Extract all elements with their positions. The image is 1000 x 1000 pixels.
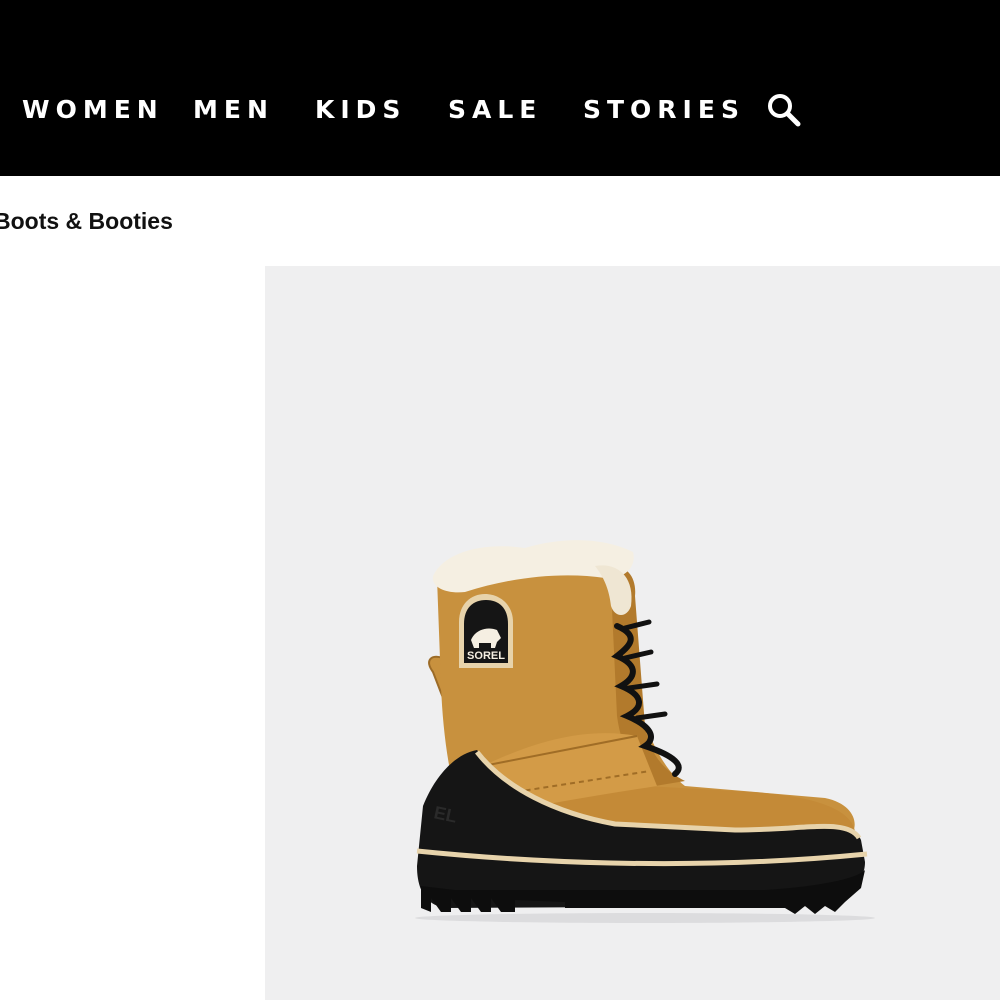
breadcrumb[interactable]: Boots & Booties xyxy=(0,205,173,237)
nav-item-kids[interactable]: KIDS xyxy=(315,92,406,128)
nav-item-sale[interactable]: SALE xyxy=(448,92,542,128)
product-image-panel[interactable]: SOREL EL xyxy=(265,266,1000,1000)
nav-item-women[interactable]: WOMEN xyxy=(22,92,164,128)
header-bar: WOMEN MEN KIDS SALE STORIES xyxy=(0,0,1000,176)
search-icon xyxy=(768,94,801,127)
boot-image: SOREL EL xyxy=(415,540,875,923)
search-button[interactable] xyxy=(764,90,804,130)
main-nav: WOMEN MEN KIDS SALE STORIES xyxy=(0,0,1000,176)
svg-text:SOREL: SOREL xyxy=(467,650,505,662)
nav-item-men[interactable]: MEN xyxy=(193,92,274,128)
sorel-logo: SOREL xyxy=(459,594,513,668)
nav-item-stories[interactable]: STORIES xyxy=(583,92,745,128)
